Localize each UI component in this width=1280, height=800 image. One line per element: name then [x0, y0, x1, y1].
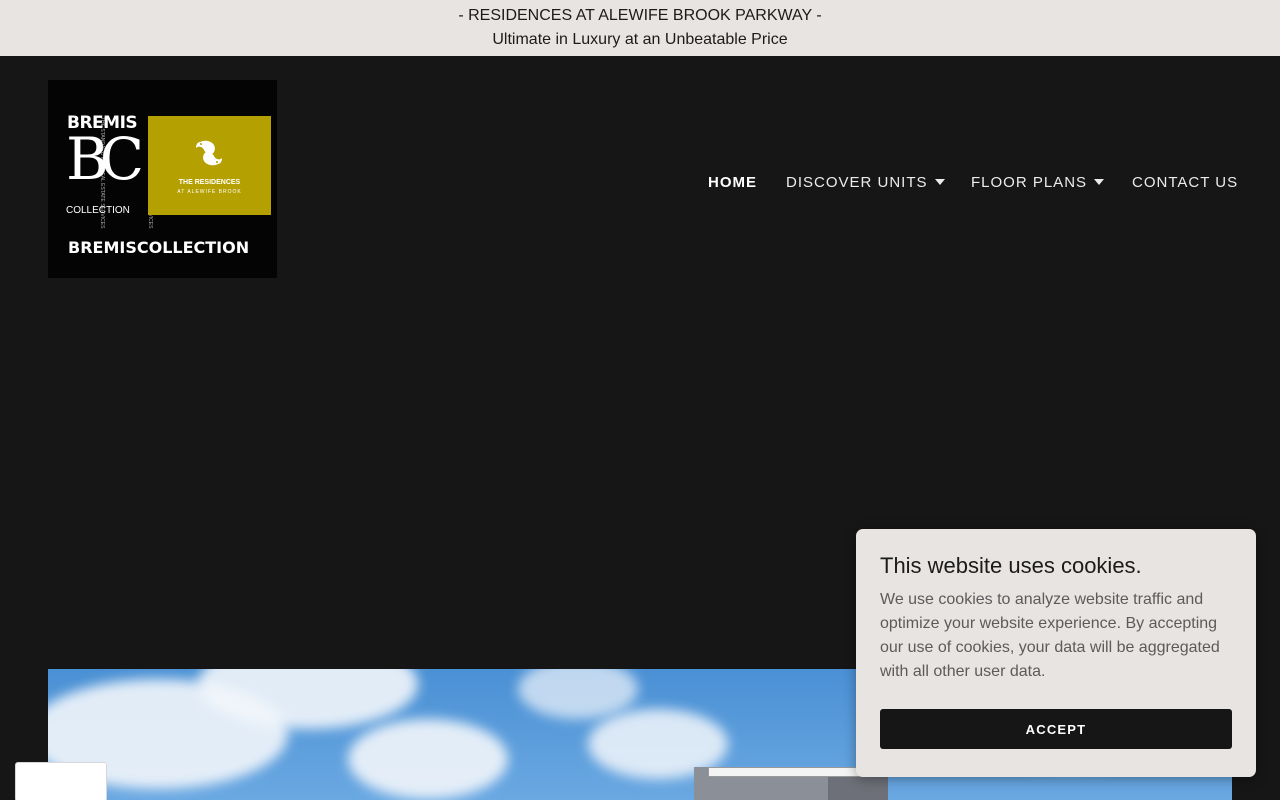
announcement-bar: - RESIDENCES AT ALEWIFE BROOK PARKWAY - …: [0, 0, 1280, 56]
nav-home-label: HOME: [708, 173, 757, 191]
announcement-title: - RESIDENCES AT ALEWIFE BROOK PARKWAY -: [458, 7, 822, 24]
accept-cookies-button[interactable]: ACCEPT: [880, 709, 1232, 749]
logo-residences-subtitle: AT ALEWIFE BROOK: [177, 189, 242, 195]
corner-badge[interactable]: [15, 762, 107, 800]
caret-down-icon: [1094, 179, 1105, 185]
logo-residences-title: THE RESIDENCES: [178, 179, 241, 186]
logo-collection-small: COLLECTION: [66, 205, 130, 216]
nav-floor-plans-label: FLOOR PLANS: [971, 173, 1088, 191]
logo-monogram: BC: [66, 125, 144, 193]
nav-floor-plans[interactable]: FLOOR PLANS: [971, 172, 1105, 192]
nav-contact-us-label: CONTACT US: [1132, 173, 1239, 191]
nav-home[interactable]: HOME: [708, 172, 757, 192]
nav-contact-us[interactable]: CONTACT US: [1132, 172, 1238, 192]
logo-wordmark-part1: BREMIS: [68, 238, 137, 257]
hero-building-roof: [828, 774, 888, 800]
nav-discover-units-label: DISCOVER UNITS: [786, 173, 928, 191]
cookie-body: We use cookies to analyze website traffi…: [880, 591, 1220, 680]
cookie-title: This website uses cookies.: [880, 553, 1142, 578]
logo-wordmark-part2: COLLECTION: [136, 238, 250, 257]
hero-cloud: [348, 719, 508, 799]
cookie-banner: This website uses cookies. We use cookie…: [856, 529, 1256, 777]
nav-discover-units[interactable]: DISCOVER UNITS: [786, 172, 945, 192]
caret-down-icon: [934, 179, 945, 185]
announcement-subtitle: Ultimate in Luxury at an Unbeatable Pric…: [492, 31, 788, 48]
site-logo[interactable]: THE STANDARD FOR REAL ESTATE SERVICES BR…: [48, 80, 277, 278]
logo-residences-block: THE RESIDENCES AT ALEWIFE BROOK: [148, 116, 271, 215]
logo-wordmark: BREMISCOLLECTION: [68, 238, 249, 257]
koi-fish-icon: [196, 140, 222, 166]
hero-cloud: [518, 669, 638, 719]
